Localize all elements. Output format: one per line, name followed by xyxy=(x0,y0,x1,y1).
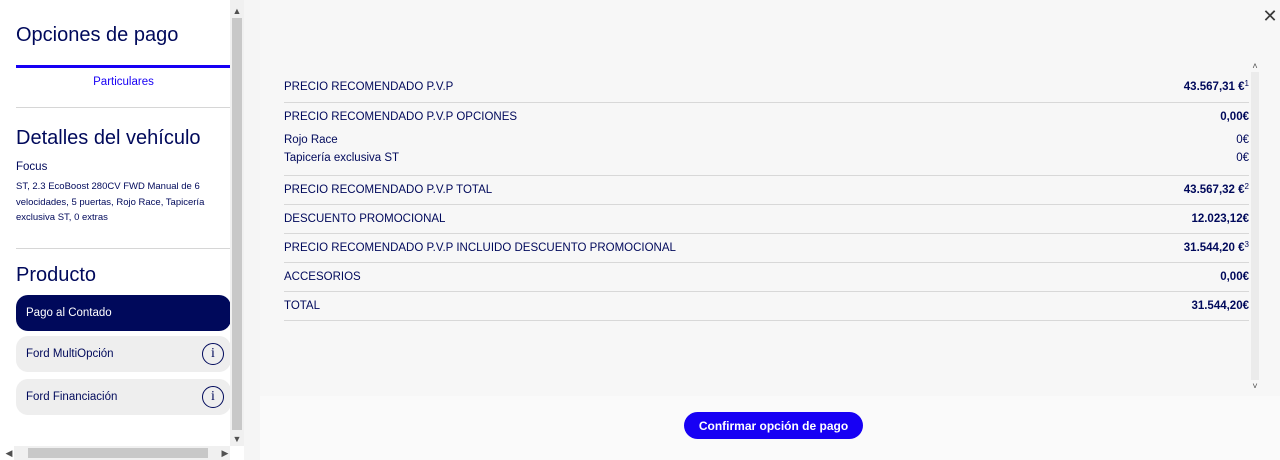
price-row-accessories: ACCESORIOS 0,00€ xyxy=(284,263,1249,291)
close-icon[interactable]: ✕ xyxy=(1262,7,1278,25)
main-vertical-scrollbar[interactable]: ˄ ˅ xyxy=(1249,60,1261,392)
option-label: Rojo Race xyxy=(284,134,338,146)
product-option-label: Ford MultiOpción xyxy=(26,348,114,360)
vehicle-description: ST, 2.3 EcoBoost 280CV FWD Manual de 6 v… xyxy=(16,181,205,223)
price-row-pvp-total: PRECIO RECOMENDADO P.V.P TOTAL 43.567,32… xyxy=(284,176,1249,204)
footnote-marker: 3 xyxy=(1244,240,1249,249)
option-value: 0€ xyxy=(1236,152,1249,164)
sidebar-title: Opciones de pago xyxy=(16,24,179,46)
price-row-label: ACCESORIOS xyxy=(284,271,361,283)
price-row-value: 31.544,20 €3 xyxy=(1183,240,1249,254)
price-row-label: DESCUENTO PROMOCIONAL xyxy=(284,213,446,225)
scroll-down-icon[interactable]: ˅ xyxy=(1249,380,1261,392)
info-icon[interactable]: i xyxy=(202,386,224,408)
product-section-title: Producto xyxy=(16,264,97,286)
price-row-pvp-options: PRECIO RECOMENDADO P.V.P OPCIONES 0,00€ xyxy=(284,103,1249,131)
scroll-up-icon[interactable]: ˄ xyxy=(1249,60,1261,72)
scroll-up-icon[interactable]: ▲ xyxy=(230,4,244,18)
price-row-label: PRECIO RECOMENDADO P.V.P xyxy=(284,81,454,93)
price-row-label: PRECIO RECOMENDADO P.V.P TOTAL xyxy=(284,184,493,196)
confirm-payment-button[interactable]: Confirmar opción de pago xyxy=(684,412,863,439)
footnote-marker: 2 xyxy=(1244,182,1249,191)
option-label: Tapicería exclusiva ST xyxy=(284,152,400,164)
price-row-label: TOTAL xyxy=(284,300,320,312)
info-icon[interactable]: i xyxy=(202,343,224,365)
divider xyxy=(16,107,230,108)
scroll-right-icon[interactable]: ▶ xyxy=(218,446,232,460)
vehicle-name: Focus xyxy=(16,161,48,173)
scroll-down-icon[interactable]: ▼ xyxy=(230,432,244,446)
row-divider xyxy=(284,320,1249,321)
divider xyxy=(16,248,230,249)
product-option-contado[interactable]: Pago al Contado xyxy=(16,295,230,331)
sidebar-vertical-scrollbar[interactable]: ▲ ▼ xyxy=(230,0,244,446)
product-option-financiacion[interactable]: Ford Financiación i xyxy=(16,379,230,415)
price-row-discount: DESCUENTO PROMOCIONAL 12.023,12€ xyxy=(284,205,1249,233)
price-row-total: TOTAL 31.544,20€ xyxy=(284,292,1249,320)
scroll-left-icon[interactable]: ◀ xyxy=(2,446,16,460)
product-option-multiopcion[interactable]: Ford MultiOpción i xyxy=(16,336,230,372)
price-row-label: PRECIO RECOMENDADO P.V.P OPCIONES xyxy=(284,111,518,123)
price-row-label: PRECIO RECOMENDADO P.V.P INCLUIDO DESCUE… xyxy=(284,242,676,254)
tab-active-indicator xyxy=(16,65,230,68)
price-row-value: 43.567,31 €1 xyxy=(1183,79,1249,93)
option-value: 0€ xyxy=(1236,134,1249,146)
price-row-value: 0,00€ xyxy=(1220,271,1249,283)
price-row-value: 0,00€ xyxy=(1220,111,1249,123)
sidebar: Opciones de pago Particulares Detalles d… xyxy=(0,0,244,460)
scrollbar-thumb[interactable] xyxy=(232,18,242,430)
price-breakdown-table: PRECIO RECOMENDADO P.V.P 43.567,31 €1 PR… xyxy=(284,72,1249,321)
vehicle-section-title: Detalles del vehículo xyxy=(16,127,201,149)
sidebar-horizontal-scrollbar[interactable]: ◀ ▶ xyxy=(6,446,232,460)
price-row-value: 31.544,20€ xyxy=(1191,300,1249,312)
option-row: Tapicería exclusiva ST 0€ xyxy=(284,149,1249,167)
product-option-label: Pago al Contado xyxy=(26,307,112,319)
price-row-pvp-with-discount: PRECIO RECOMENDADO P.V.P INCLUIDO DESCUE… xyxy=(284,234,1249,262)
price-row-value: 43.567,32 €2 xyxy=(1183,182,1249,196)
price-row-pvp: PRECIO RECOMENDADO P.V.P 43.567,31 €1 xyxy=(284,72,1249,102)
scrollbar-track[interactable] xyxy=(1251,72,1259,380)
sidebar-content: Opciones de pago Particulares Detalles d… xyxy=(0,0,230,446)
option-row: Rojo Race 0€ xyxy=(284,131,1249,149)
scrollbar-thumb[interactable] xyxy=(28,448,208,458)
price-row-value: 12.023,12€ xyxy=(1191,213,1249,225)
footnote-marker: 1 xyxy=(1244,79,1249,88)
tab-particulares[interactable]: Particulares xyxy=(16,76,230,88)
product-option-label: Ford Financiación xyxy=(26,391,118,403)
